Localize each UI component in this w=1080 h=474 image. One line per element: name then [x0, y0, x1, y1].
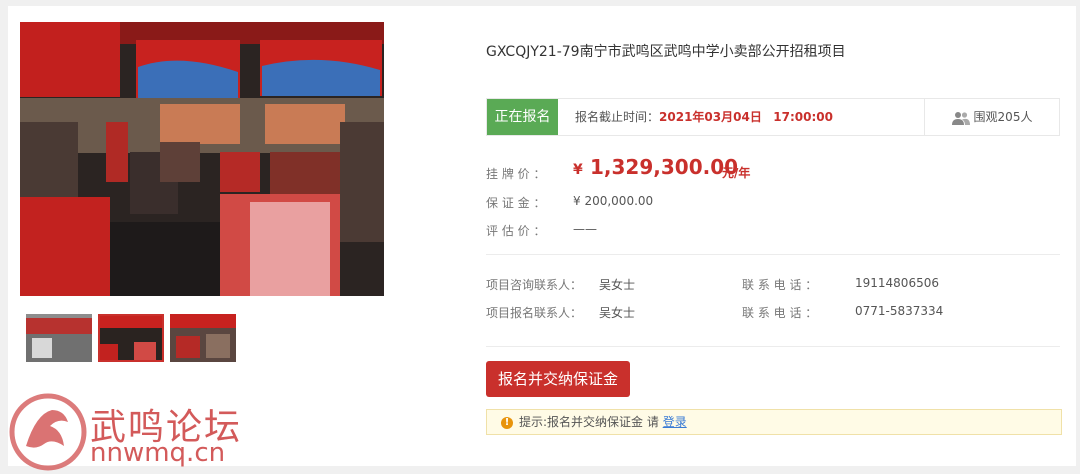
listing-price-value: 1,329,300.00 — [590, 155, 739, 179]
tip-text: 提示:报名并交纳保证金 请 — [519, 415, 663, 429]
divider — [486, 254, 1060, 255]
deposit-value: ¥ 200,000.00 — [573, 194, 654, 208]
main-photo[interactable] — [20, 22, 384, 296]
thumbnail-2[interactable] — [98, 314, 164, 362]
thumbnail-image — [26, 314, 92, 362]
appraisal-value: —— — [573, 222, 597, 236]
signup-contact-name: 吴女士 — [599, 306, 636, 320]
listing-price-label: 挂 牌 价 ： — [486, 167, 546, 181]
thumbnail-3[interactable] — [170, 314, 236, 362]
phone-value-2: 0771-5837334 — [855, 304, 944, 318]
phone-label-1: 联 系 电 话 ： — [742, 278, 818, 292]
thumbnail-image — [170, 314, 236, 362]
warning-icon: ! — [501, 416, 513, 429]
signup-and-pay-deposit-button[interactable]: 报名并交纳保证金 — [486, 361, 630, 397]
consult-contact-label: 项目咨询联系人： — [486, 278, 583, 292]
viewers-label: 围观205人 — [973, 110, 1033, 124]
thumbnail-image — [100, 316, 162, 360]
phone-value-1: 19114806506 — [855, 276, 939, 290]
users-icon — [951, 111, 970, 125]
listing-price-unit: 元/年 — [722, 166, 751, 180]
status-badge: 正在报名 — [487, 99, 558, 135]
store-interior-image — [20, 22, 384, 296]
viewers-count: 围观205人 — [924, 99, 1059, 135]
deadline-label: 报名截止时间： — [575, 110, 660, 124]
status-bar: 正在报名 报名截止时间：2021年03月04日 17:00:00 围观205人 — [486, 98, 1060, 136]
forum-logo-watermark — [9, 393, 87, 471]
appraisal-label: 评 估 价 ： — [486, 224, 546, 238]
deadline-time: 17:00:00 — [773, 110, 833, 124]
listing-price-currency: ¥ — [573, 162, 583, 178]
login-link[interactable]: 登录 — [663, 415, 687, 429]
phone-label-2: 联 系 电 话 ： — [742, 306, 818, 320]
deadline: 报名截止时间：2021年03月04日 17:00:00 — [575, 99, 833, 135]
deadline-date: 2021年03月04日 — [659, 110, 762, 124]
divider — [486, 346, 1060, 347]
login-tip: ! 提示:报名并交纳保证金 请 登录 — [486, 409, 1062, 435]
signup-contact-label: 项目报名联系人： — [486, 306, 583, 320]
consult-contact-name: 吴女士 — [599, 278, 636, 292]
thumbnail-1[interactable] — [26, 314, 92, 362]
deposit-label: 保 证 金 ： — [486, 196, 546, 210]
watermark-domain: nnwmq.cn — [90, 438, 226, 468]
project-title: GXCQJY21-79南宁市武鸣区武鸣中学小卖部公开招租项目 — [486, 44, 846, 60]
